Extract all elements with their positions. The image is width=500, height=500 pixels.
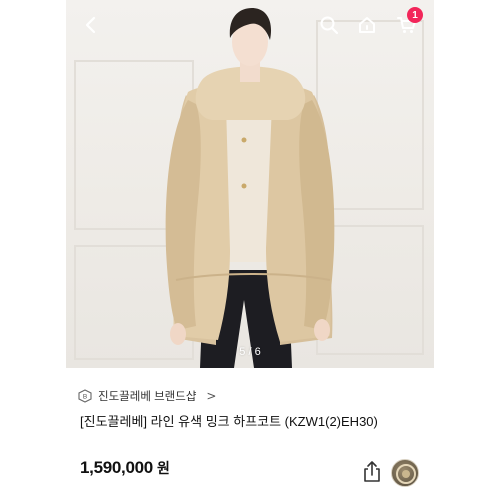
product-price: 1,590,000 (80, 458, 153, 477)
product-image[interactable] (66, 0, 434, 368)
cart-count-badge: 1 (407, 7, 423, 23)
share-icon (364, 461, 380, 482)
price-currency: 원 (156, 460, 170, 476)
price-row: 1,590,000 원 (80, 458, 170, 478)
chevron-left-icon (85, 16, 96, 34)
brand-name: 진도끌레베 브랜드샵 (98, 391, 197, 403)
brand-shop-link[interactable]: B 진도끌레베 브랜드샵 > (78, 386, 216, 406)
search-button[interactable] (314, 10, 344, 40)
chevron-right-icon: > (206, 389, 217, 403)
top-navigation: 1 (66, 0, 434, 50)
product-title: [진도끌레베] 라인 유색 밍크 하프코트 (KZW1(2)EH30) (80, 414, 378, 429)
brand-shop-icon: B (78, 389, 92, 403)
model-illustration (165, 8, 335, 368)
brand-badge-letter: B (83, 394, 87, 401)
home-icon (359, 17, 375, 33)
home-button[interactable] (352, 10, 382, 40)
share-button[interactable] (361, 460, 383, 484)
back-button[interactable] (76, 10, 106, 40)
seller-avatar[interactable] (391, 459, 419, 487)
gallery-pager: 5 / 6 (239, 346, 261, 358)
search-icon (320, 16, 339, 35)
